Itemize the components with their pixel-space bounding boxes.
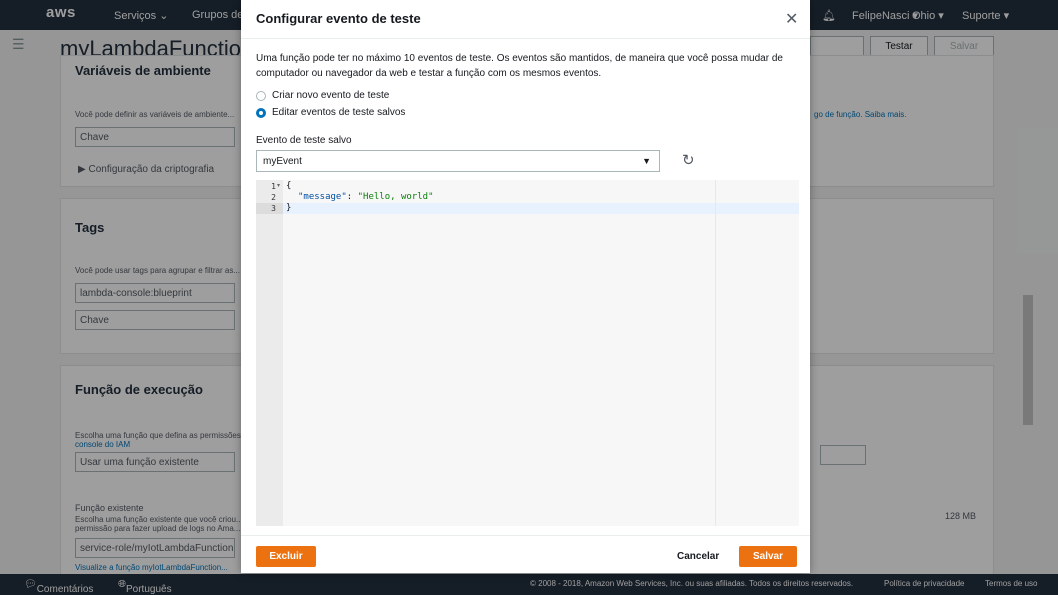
dialog-footer: Excluir Cancelar Salvar (241, 535, 810, 574)
dialog-title: Configurar evento de teste (256, 11, 421, 26)
editor-gutter (256, 180, 283, 526)
dialog-header: Configurar evento de teste ✕ (241, 0, 810, 39)
radio-button-selected[interactable] (256, 108, 266, 118)
active-line-highlight (256, 203, 799, 214)
refresh-icon[interactable]: ↻ (682, 151, 695, 169)
dialog-description: Uma função pode ter no máximo 10 eventos… (256, 53, 783, 79)
fold-arrow-icon[interactable]: ▾ (277, 181, 280, 192)
delete-button[interactable]: Excluir (256, 546, 316, 567)
saved-event-label: Evento de teste salvo (256, 135, 352, 146)
json-key: "message" (298, 192, 347, 202)
close-icon[interactable]: ✕ (785, 9, 798, 29)
line-number: 1 (271, 182, 276, 191)
caret-down-icon: ▼ (642, 156, 651, 166)
code-line-3: } (286, 203, 292, 213)
print-margin (715, 180, 716, 526)
cancel-button[interactable]: Cancelar (677, 551, 719, 562)
selected-event-value: myEvent (263, 156, 302, 167)
line-number: 2 (271, 193, 276, 202)
line-number: 3 (271, 204, 276, 213)
radio-button-unselected[interactable] (256, 91, 266, 101)
code-line-1: { (286, 181, 292, 191)
configure-test-event-dialog: Configurar evento de teste ✕ Uma função … (241, 0, 810, 573)
radio-label: Editar eventos de teste salvos (272, 107, 406, 118)
json-colon: : (346, 192, 358, 202)
saved-event-select[interactable]: myEvent ▼ (256, 150, 660, 172)
radio-label: Criar novo evento de teste (272, 90, 390, 101)
json-code-editor[interactable]: 1 ▾ 2 3 { "message": "Hello, world" } (256, 180, 799, 526)
save-button[interactable]: Salvar (739, 546, 797, 567)
code-line-2: "message": "Hello, world" (298, 192, 433, 203)
json-value: "Hello, world" (357, 192, 434, 202)
